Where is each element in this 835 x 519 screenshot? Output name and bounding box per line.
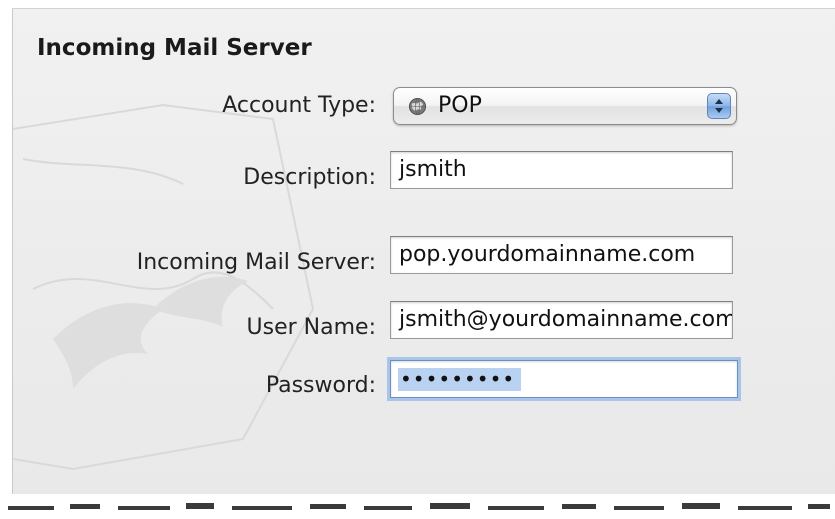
password-field[interactable]: ••••••••• — [390, 360, 738, 398]
description-label: Description: — [243, 165, 376, 190]
account-type-popup[interactable]: POP — [393, 87, 737, 125]
incoming-mail-server-label: Incoming Mail Server: — [136, 250, 376, 275]
account-settings-panel: Incoming Mail Server Account Type: POP D… — [12, 8, 835, 495]
user-name-label: User Name: — [246, 315, 376, 340]
password-value: ••••••••• — [398, 368, 522, 391]
account-type-label: Account Type: — [222, 93, 376, 118]
section-title: Incoming Mail Server — [37, 35, 312, 61]
mail-account-window: Incoming Mail Server Account Type: POP D… — [0, 0, 835, 519]
globe-icon — [408, 97, 427, 116]
popup-stepper-arrows-icon — [707, 93, 731, 119]
user-name-value: jsmith@yourdomainname.com — [399, 307, 733, 332]
account-type-value: POP — [438, 93, 482, 118]
bottom-decoration — [8, 503, 830, 510]
description-value: jsmith — [399, 157, 467, 182]
incoming-mail-server-value: pop.yourdomainname.com — [399, 242, 696, 267]
user-name-field[interactable]: jsmith@yourdomainname.com — [390, 301, 733, 339]
password-label: Password: — [265, 373, 376, 398]
incoming-mail-server-field[interactable]: pop.yourdomainname.com — [390, 236, 733, 274]
bottom-border-strip — [0, 494, 835, 519]
description-field[interactable]: jsmith — [390, 151, 733, 189]
